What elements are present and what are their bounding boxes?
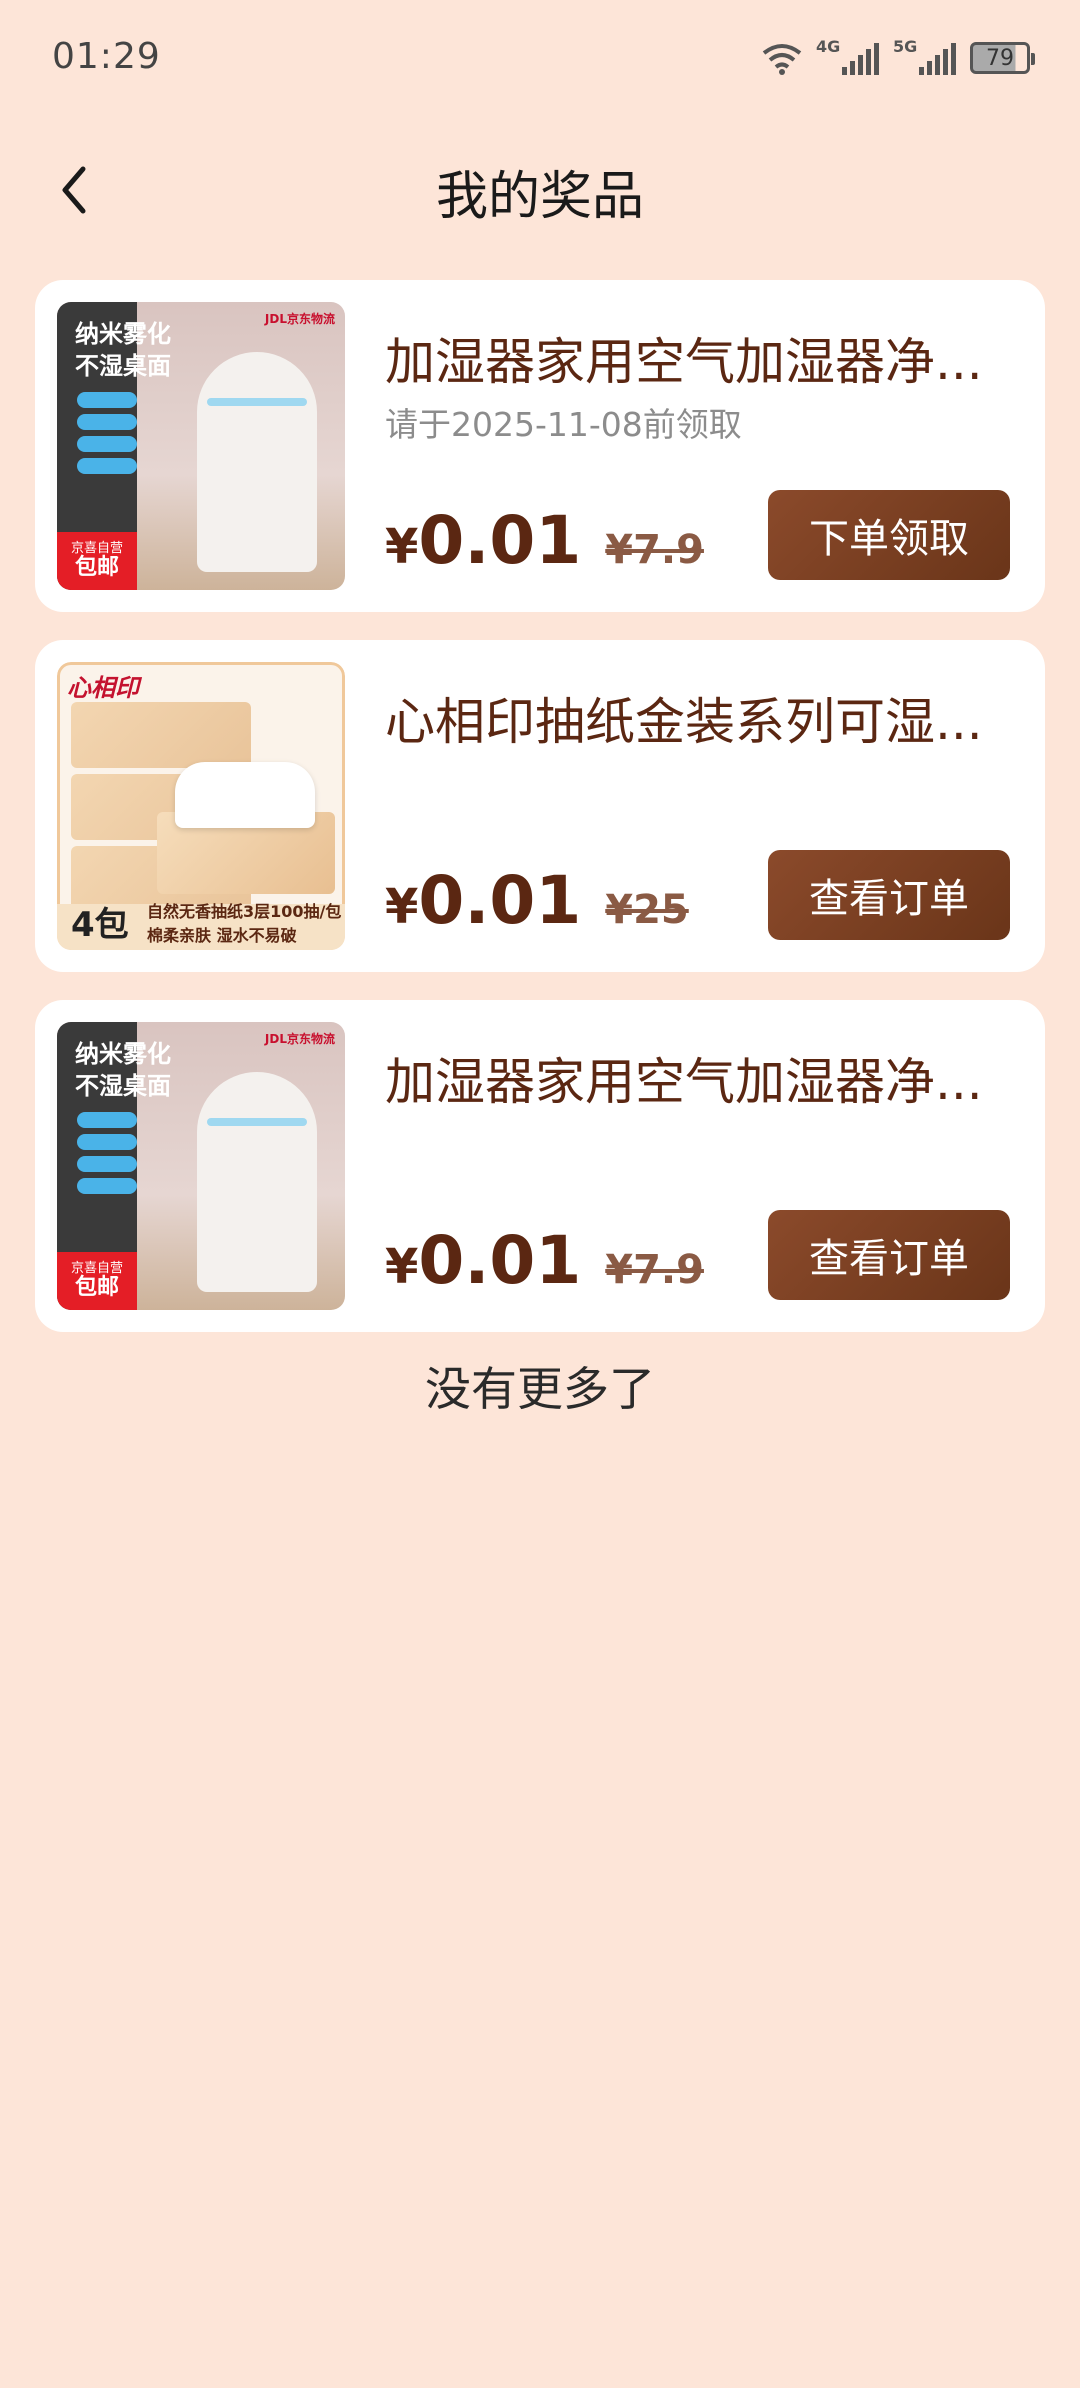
product-image-humidifier[interactable]: 纳米雾化 不湿桌面 JDL京东物流 京喜自营 包邮 — [57, 1022, 345, 1310]
original-price: ¥7.9 — [605, 527, 704, 573]
image-title-line2: 不湿桌面 — [75, 1072, 171, 1100]
prize-card[interactable]: 纳米雾化 不湿桌面 JDL京东物流 京喜自营 包邮 加湿器家用空气加湿器净...… — [35, 280, 1045, 612]
wifi-icon — [762, 44, 802, 75]
prize-card[interactable]: 纳米雾化 不湿桌面 JDL京东物流 京喜自营 包邮 加湿器家用空气加湿器净...… — [35, 1000, 1045, 1332]
no-more-text: 没有更多了 — [425, 1362, 655, 1416]
image-brand: JDL京东物流 — [264, 1032, 335, 1046]
claim-order-button[interactable]: 下单领取 — [768, 490, 1010, 580]
page-title: 我的奖品 — [435, 167, 644, 227]
prize-list: 纳米雾化 不湿桌面 JDL京东物流 京喜自营 包邮 加湿器家用空气加湿器净...… — [35, 280, 1045, 1360]
battery-icon: 79 — [970, 42, 1035, 74]
signal-icon-5g: 5G — [893, 37, 956, 75]
image-title-line2: 不湿桌面 — [75, 352, 171, 380]
prize-name: 加湿器家用空气加湿器净... — [385, 1053, 983, 1111]
network-type-2: 5G — [893, 37, 918, 56]
status-time: 01:29 — [52, 36, 161, 77]
current-price: ¥0.01 — [385, 862, 582, 939]
image-logo: 心相印 — [67, 674, 139, 702]
view-order-button[interactable]: 查看订单 — [768, 850, 1010, 940]
prize-name: 加湿器家用空气加湿器净... — [385, 333, 983, 391]
prize-name: 心相印抽纸金装系列可湿... — [385, 693, 983, 751]
image-badge: 京喜自营 包邮 — [57, 1252, 137, 1310]
signal-icon-4g: 4G — [816, 37, 879, 75]
image-title-line1: 纳米雾化 — [75, 320, 171, 348]
current-price: ¥0.01 — [385, 502, 582, 579]
price-row: ¥0.01 ¥7.9 — [385, 1222, 704, 1299]
product-image-tissue[interactable]: 心相印 4包 自然无香抽纸3层100抽/包 棉柔亲肤 湿水不易破 — [57, 662, 345, 950]
status-icons: 4G 5G 79 — [762, 37, 1035, 78]
network-type-1: 4G — [816, 37, 841, 56]
status-bar: 01:29 4G 5G 79 — [0, 0, 1080, 120]
price-row: ¥0.01 ¥25 — [385, 862, 689, 939]
page-header: 我的奖品 — [0, 130, 1080, 250]
image-badge: 京喜自营 包邮 — [57, 532, 137, 590]
original-price: ¥7.9 — [605, 1247, 704, 1293]
image-count: 4包 — [71, 905, 129, 945]
view-order-button[interactable]: 查看订单 — [768, 1210, 1010, 1300]
battery-level: 79 — [986, 45, 1014, 71]
claim-deadline: 请于2025-11-08前领取 — [385, 405, 742, 444]
original-price: ¥25 — [605, 887, 689, 933]
image-brand: JDL京东物流 — [264, 312, 335, 326]
price-row: ¥0.01 ¥7.9 — [385, 502, 704, 579]
current-price: ¥0.01 — [385, 1222, 582, 1299]
product-image-humidifier[interactable]: 纳米雾化 不湿桌面 JDL京东物流 京喜自营 包邮 — [57, 302, 345, 590]
prize-card[interactable]: 心相印 4包 自然无香抽纸3层100抽/包 棉柔亲肤 湿水不易破 心相印抽纸金装… — [35, 640, 1045, 972]
image-title-line1: 纳米雾化 — [75, 1040, 171, 1068]
image-caption: 自然无香抽纸3层100抽/包 棉柔亲肤 湿水不易破 — [147, 902, 342, 945]
